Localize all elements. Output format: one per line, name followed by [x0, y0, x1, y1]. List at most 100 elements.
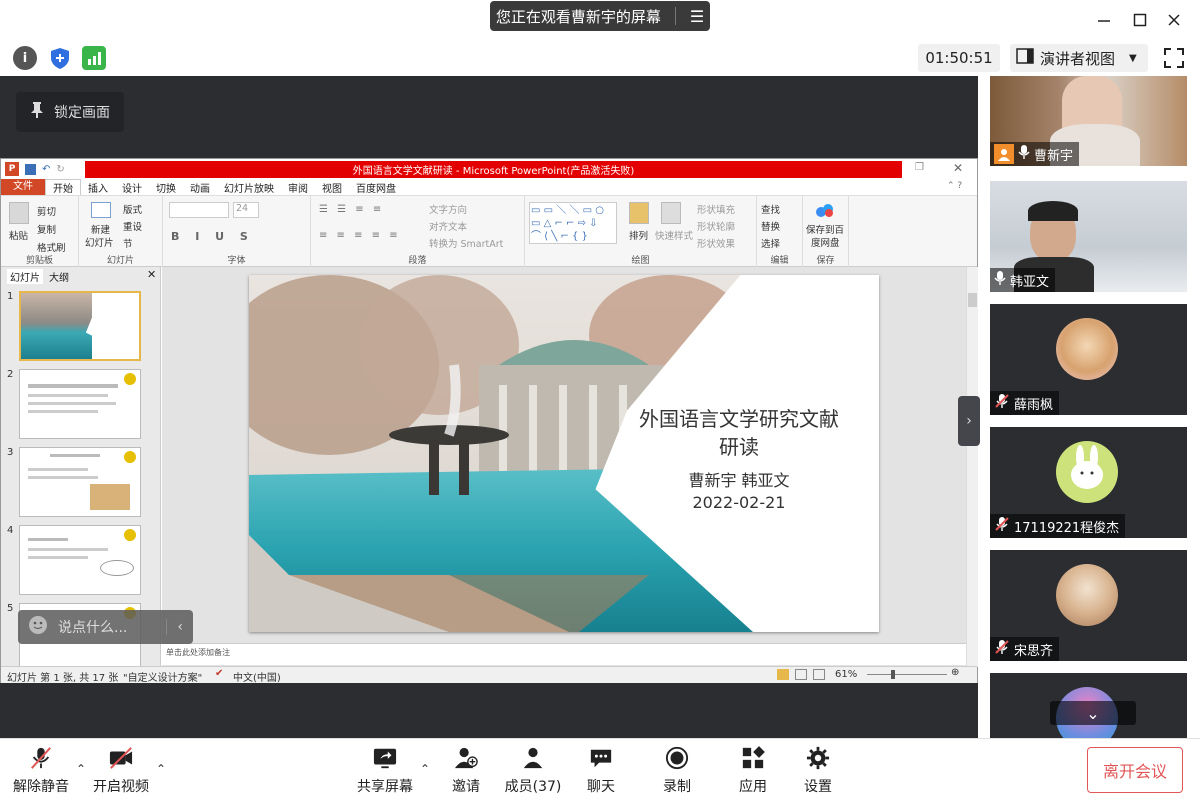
share-screen-button[interactable]: 共享屏幕 — [350, 746, 420, 796]
menu-view[interactable]: 视图 — [315, 180, 349, 195]
sorter-view-icon[interactable] — [795, 669, 807, 680]
normal-view-icon[interactable] — [777, 669, 789, 680]
align-text-button[interactable]: 对齐文本 — [429, 219, 467, 233]
font-size-select[interactable]: 24 — [233, 202, 259, 218]
start-video-button[interactable]: 开启视频 — [86, 746, 156, 796]
shape-outline-button[interactable]: 形状轮廓 — [697, 219, 735, 233]
apps-button[interactable]: 应用 — [718, 746, 788, 796]
vertical-scrollbar[interactable] — [966, 267, 978, 667]
menu-baidu[interactable]: 百度网盘 — [349, 180, 403, 195]
save-to-baidu-label-2[interactable]: 度网盘 — [811, 235, 840, 249]
unmute-button[interactable]: 解除静音 — [6, 746, 76, 796]
redo-icon[interactable]: ↻ — [56, 164, 64, 175]
paste-icon[interactable] — [9, 202, 29, 224]
invite-button[interactable]: 邀请 — [431, 746, 501, 796]
zoom-slider[interactable] — [867, 674, 947, 675]
lock-screen-button[interactable]: 锁定画面 — [16, 92, 124, 132]
menu-review[interactable]: 审阅 — [281, 180, 315, 195]
participant-tile[interactable]: 薛雨枫 — [990, 304, 1187, 415]
find-button[interactable]: 查找 — [761, 202, 780, 216]
fullscreen-icon[interactable] — [1162, 46, 1186, 70]
chat-input[interactable]: 说点什么... ‹ — [18, 610, 193, 644]
menu-insert[interactable]: 插入 — [81, 180, 115, 195]
tab-outline[interactable]: 大纲 — [49, 269, 69, 284]
maximize-icon[interactable] — [1128, 8, 1152, 32]
font-style-buttons[interactable]: B I U S — [171, 230, 254, 243]
arrange-icon[interactable] — [629, 202, 649, 224]
shape-effects-button[interactable]: 形状效果 — [697, 236, 735, 250]
layout-button[interactable]: 版式 — [123, 202, 142, 216]
record-button[interactable]: 录制 — [642, 746, 712, 796]
current-slide[interactable]: 外国语言文学研究文献 研读 曹新宇 韩亚文 2022-02-21 — [249, 275, 879, 632]
collapse-panel-button[interactable]: › — [958, 396, 980, 446]
list-buttons[interactable]: ☰ ☰ ≡ ≡ — [319, 204, 384, 215]
section-button[interactable]: 节 — [123, 236, 133, 250]
slide-thumbnail[interactable] — [19, 447, 141, 517]
pane-close-icon[interactable]: ✕ — [147, 268, 156, 281]
ppt-restore-icon[interactable]: ❐ — [915, 162, 924, 173]
menu-design[interactable]: 设计 — [115, 180, 149, 195]
align-buttons[interactable]: ≡ ≡ ≡ ≡ ≡ — [319, 230, 401, 241]
text-direction-button[interactable]: 文字方向 — [429, 202, 467, 216]
menu-icon[interactable]: ☰ — [690, 7, 704, 26]
info-icon[interactable]: i — [13, 46, 37, 70]
slide-thumbnail[interactable] — [19, 291, 141, 361]
zoom-thumb[interactable] — [891, 670, 895, 679]
replace-button[interactable]: 替换 — [761, 219, 780, 233]
leave-meeting-button[interactable]: 离开会议 — [1087, 747, 1183, 793]
shapes-gallery[interactable]: ▭ ▭ ＼ ＼ ▭ ○ ▭ △ ⌐ ⌐ ⇨ ⇩ ⌒ ⟨ ╲ ⌐ { } — [529, 202, 617, 244]
font-name-select[interactable] — [169, 202, 229, 218]
audio-options-caret-icon[interactable]: ⌃ — [76, 762, 86, 776]
scroll-down-button[interactable]: ⌄ — [1050, 701, 1136, 725]
new-slide-label-1[interactable]: 新建 — [91, 222, 110, 236]
cut-button[interactable]: 剪切 — [37, 204, 56, 218]
select-button[interactable]: 选择 — [761, 236, 780, 250]
security-shield-icon[interactable] — [48, 46, 72, 70]
emoji-icon[interactable] — [28, 615, 48, 639]
share-options-caret-icon[interactable]: ⌃ — [420, 762, 430, 776]
save-icon[interactable] — [25, 163, 36, 175]
spellcheck-icon[interactable]: ✔ — [215, 668, 223, 679]
tab-slides[interactable]: 幻灯片 — [7, 269, 43, 284]
baidu-cloud-icon[interactable] — [815, 202, 835, 218]
arrange-label[interactable]: 排列 — [629, 228, 648, 242]
chat-button[interactable]: 聊天 — [566, 746, 636, 796]
settings-button[interactable]: 设置 — [783, 746, 853, 796]
reset-button[interactable]: 重设 — [123, 219, 142, 233]
quick-styles-label[interactable]: 快速样式 — [655, 228, 693, 242]
format-painter-button[interactable]: 格式刷 — [37, 240, 66, 254]
new-slide-icon[interactable] — [91, 202, 111, 218]
paste-label[interactable]: 粘贴 — [9, 228, 28, 242]
view-mode-select[interactable]: 演讲者视图 ▼ — [1010, 44, 1148, 72]
video-options-caret-icon[interactable]: ⌃ — [156, 762, 166, 776]
viewing-banner[interactable]: 您正在观看曹新宇的屏幕 ☰ — [490, 1, 710, 31]
chevron-left-icon[interactable]: ‹ — [166, 619, 183, 635]
slide-thumbnail[interactable] — [19, 369, 141, 439]
participant-tile[interactable]: ⌄ — [990, 673, 1187, 738]
close-icon[interactable] — [1162, 8, 1186, 32]
notes-pane[interactable]: 单击此处添加备注 — [162, 643, 966, 665]
signal-icon[interactable] — [82, 46, 106, 70]
minimize-icon[interactable] — [1092, 8, 1116, 32]
menu-transitions[interactable]: 切换 — [149, 180, 183, 195]
menu-file[interactable]: 文件 — [1, 179, 45, 195]
undo-icon[interactable]: ↶ — [42, 164, 50, 175]
members-button[interactable]: 成员(37) — [498, 746, 568, 796]
reading-view-icon[interactable] — [813, 669, 825, 680]
ppt-close-icon[interactable]: ✕ — [953, 161, 963, 175]
quick-styles-icon[interactable] — [661, 202, 681, 224]
new-slide-label-2[interactable]: 幻灯片 — [85, 235, 114, 249]
participant-tile[interactable]: 韩亚文 — [990, 181, 1187, 292]
menu-slideshow[interactable]: 幻灯片放映 — [217, 180, 281, 195]
participant-tile[interactable]: 曹新宇 — [990, 76, 1187, 166]
participant-tile[interactable]: 17119221程俊杰 — [990, 427, 1187, 538]
smartart-button[interactable]: 转换为 SmartArt — [429, 236, 503, 250]
shape-fill-button[interactable]: 形状填充 — [697, 202, 735, 216]
save-to-baidu-label-1[interactable]: 保存到百 — [806, 222, 844, 236]
menu-home[interactable]: 开始 — [45, 179, 81, 195]
copy-button[interactable]: 复制 — [37, 222, 56, 236]
participant-tile[interactable]: 宋思齐 — [990, 550, 1187, 661]
zoom-in-icon[interactable]: ⊕ — [951, 667, 959, 678]
slide-thumbnail[interactable] — [19, 525, 141, 595]
menu-animations[interactable]: 动画 — [183, 180, 217, 195]
